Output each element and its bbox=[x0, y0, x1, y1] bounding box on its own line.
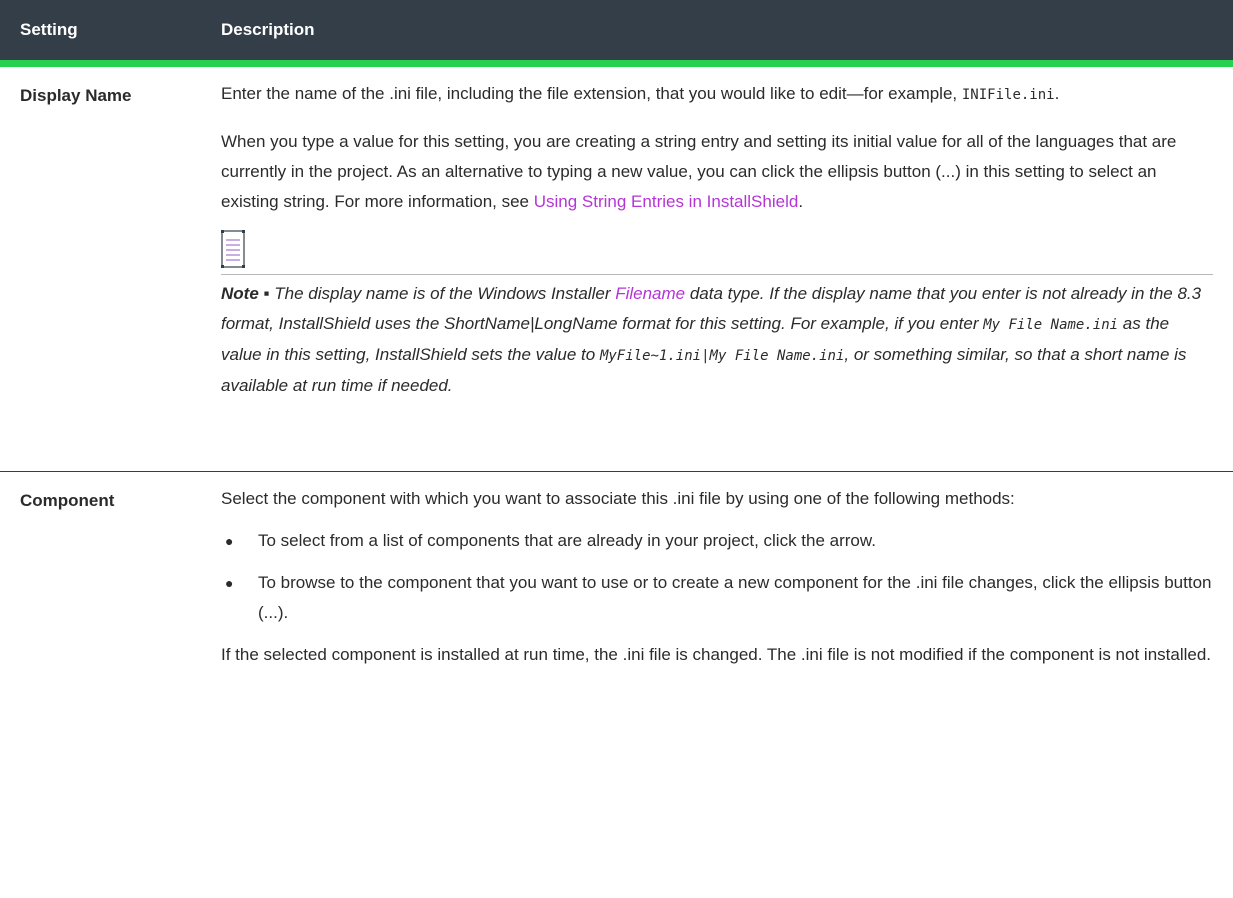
description-paragraph: Enter the name of the .ini file, includi… bbox=[221, 67, 1213, 110]
bullet-icon: ● bbox=[225, 533, 234, 549]
paragraph-text: Enter the name of the .ini file, includi… bbox=[221, 84, 962, 103]
note-icon-container bbox=[221, 230, 1213, 274]
paragraph-end: . bbox=[1054, 84, 1060, 103]
note-text: Note ▪ The display name is of the Window… bbox=[221, 275, 1213, 401]
filename-link[interactable]: Filename bbox=[615, 284, 685, 303]
methods-list: ● To select from a list of components tha… bbox=[221, 526, 1213, 628]
setting-description: Select the component with which you want… bbox=[221, 472, 1233, 670]
table-header: Setting Description bbox=[0, 0, 1233, 67]
list-item: ● To browse to the component that you wan… bbox=[221, 568, 1213, 628]
table-row-component: Component Select the component with whic… bbox=[0, 472, 1233, 670]
list-item-text: To select from a list of components that… bbox=[258, 531, 876, 550]
description-paragraph: Select the component with which you want… bbox=[221, 489, 1015, 508]
description-paragraph: If the selected component is installed a… bbox=[221, 645, 1212, 664]
code-example: MyFile~1.ini|My File Name.ini bbox=[599, 348, 845, 364]
description-paragraph: When you type a value for this setting, … bbox=[221, 127, 1213, 217]
header-setting: Setting bbox=[20, 20, 78, 39]
bullet-icon: ● bbox=[225, 575, 234, 591]
settings-table: Setting Description Display Name Enter t… bbox=[0, 0, 1233, 670]
code-example: INIFile.ini bbox=[961, 87, 1055, 103]
setting-description: Enter the name of the .ini file, includi… bbox=[221, 67, 1233, 471]
note-text-part: The display name is of the Windows Insta… bbox=[269, 284, 616, 303]
setting-name: Display Name bbox=[20, 86, 132, 105]
list-item: ● To select from a list of components tha… bbox=[221, 526, 1213, 556]
string-entries-link[interactable]: Using String Entries in InstallShield bbox=[534, 192, 799, 211]
note-label: Note ▪ bbox=[221, 284, 270, 303]
setting-name: Component bbox=[20, 491, 115, 510]
header-description: Description bbox=[221, 20, 315, 39]
note-icon bbox=[221, 230, 245, 268]
table-row-display-name: Display Name Enter the name of the .ini … bbox=[0, 67, 1233, 472]
list-item-text: To browse to the component that you want… bbox=[258, 573, 1212, 622]
paragraph-end: . bbox=[798, 192, 804, 211]
code-example: My File Name.ini bbox=[983, 317, 1119, 333]
